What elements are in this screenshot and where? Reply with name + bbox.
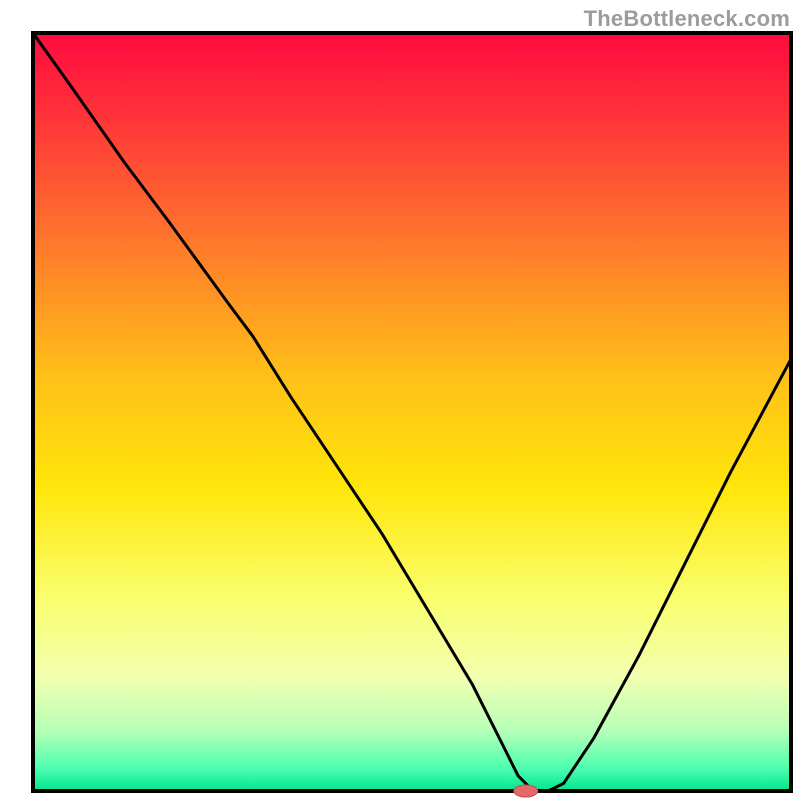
bottleneck-chart: TheBottleneck.com bbox=[0, 0, 800, 800]
watermark-text: TheBottleneck.com bbox=[584, 6, 790, 32]
chart-canvas bbox=[0, 0, 800, 800]
optimal-point-marker bbox=[514, 785, 538, 797]
plot-background bbox=[33, 33, 791, 791]
